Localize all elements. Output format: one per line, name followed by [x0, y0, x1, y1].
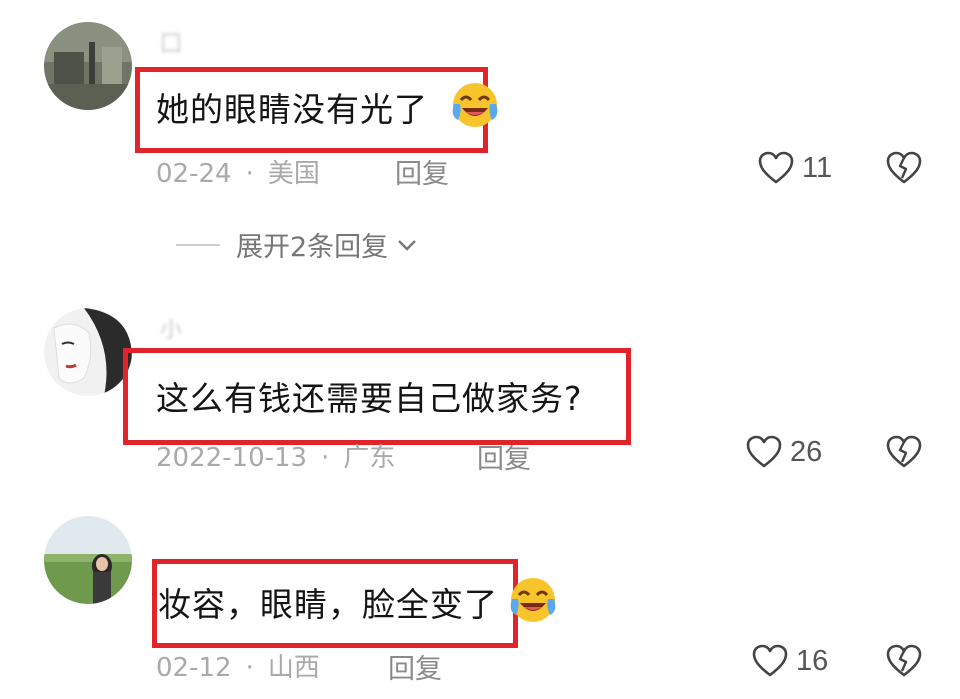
expand-replies-label: 展开2条回复	[236, 232, 389, 263]
comment-date: 02-24	[156, 159, 232, 189]
comment-text: 这么有钱还需要自己做家务?	[156, 379, 583, 418]
broken-heart-icon	[886, 435, 922, 468]
broken-heart-icon	[886, 644, 922, 677]
like-count: 16	[796, 644, 829, 677]
like-count: 11	[802, 151, 833, 184]
username[interactable]: 小	[160, 312, 184, 344]
comment-location: 美国	[267, 159, 320, 189]
heart-outline-icon	[746, 435, 782, 468]
comment-list: 囗 她的眼睛没有光了 02-24 · 美国 回复 11 展开2条回复 小 这么有…	[0, 0, 960, 699]
user-avatar[interactable]	[44, 22, 132, 110]
reply-button[interactable]: 回复	[477, 437, 531, 476]
like-button[interactable]: 26	[746, 432, 822, 472]
comment-meta: 02-12 · 山西	[156, 653, 320, 683]
comment-meta: 2022-10-13 · 广东	[156, 443, 396, 473]
comment-date: 02-12	[156, 653, 232, 683]
divider-line	[176, 243, 220, 246]
username[interactable]: 囗	[160, 26, 184, 58]
expand-replies-button[interactable]: 展开2条回复	[176, 225, 418, 264]
user-avatar[interactable]	[44, 516, 132, 604]
laughing-tears-emoji	[450, 80, 500, 130]
comment-location: 山西	[267, 653, 320, 683]
comment-text: 妆容，眼睛，脸全变了	[158, 585, 498, 624]
comment-location: 广东	[343, 443, 396, 473]
chevron-down-icon	[398, 239, 417, 251]
heart-outline-icon	[752, 644, 788, 677]
reply-button[interactable]: 回复	[395, 152, 449, 191]
comment-date: 2022-10-13	[156, 443, 308, 473]
dislike-button[interactable]	[886, 150, 922, 186]
like-button[interactable]: 11	[758, 148, 832, 188]
laughing-tears-emoji	[508, 575, 558, 625]
broken-heart-icon	[886, 151, 922, 184]
user-avatar[interactable]	[44, 308, 132, 396]
reply-button[interactable]: 回复	[388, 647, 442, 686]
like-button[interactable]: 16	[752, 641, 828, 681]
comment-text: 她的眼睛没有光了	[156, 90, 428, 129]
heart-outline-icon	[758, 151, 794, 184]
dislike-button[interactable]	[886, 643, 922, 679]
like-count: 26	[790, 435, 823, 468]
comment-meta: 02-24 · 美国	[156, 159, 320, 189]
dislike-button[interactable]	[886, 434, 922, 470]
